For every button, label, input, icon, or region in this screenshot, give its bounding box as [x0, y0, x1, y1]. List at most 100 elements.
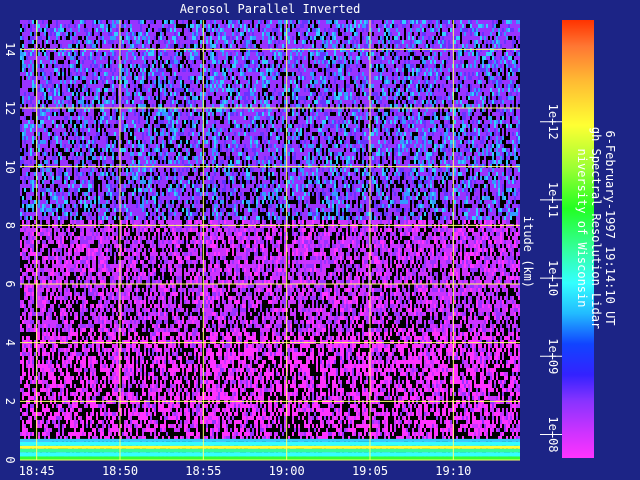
heatmap-cell [408, 20, 410, 24]
heatmap-cell [514, 64, 516, 68]
heatmap-cell [334, 28, 336, 32]
heatmap-cell [492, 48, 494, 52]
heatmap-cell [170, 64, 172, 68]
heatmap-cell [498, 40, 500, 44]
heatmap-cell [178, 44, 180, 48]
heatmap-cell [172, 96, 174, 100]
heatmap-cell [314, 56, 316, 60]
heatmap-cell [266, 64, 268, 68]
heatmap-cell [350, 64, 352, 68]
heatmap-cell [326, 68, 328, 72]
heatmap-cell [170, 48, 172, 52]
heatmap-cell [394, 80, 396, 84]
heatmap-cell [210, 76, 212, 80]
heatmap-cell [450, 112, 452, 116]
heatmap-cell [364, 20, 366, 24]
heatmap-cell [170, 96, 172, 100]
heatmap-cell [46, 60, 48, 64]
heatmap-cell [428, 80, 430, 84]
heatmap-cell [412, 112, 414, 116]
heatmap-cell [214, 80, 216, 84]
heatmap-cell [430, 112, 432, 116]
heatmap-cell [188, 40, 190, 44]
heatmap-cell [332, 36, 334, 40]
heatmap-cell [472, 92, 474, 96]
heatmap-cell [186, 96, 188, 100]
heatmap-cell [134, 76, 136, 80]
heatmap-cell [376, 56, 378, 60]
heatmap-cell [98, 84, 100, 88]
heatmap-cell [224, 52, 226, 56]
heatmap-cell [212, 60, 214, 64]
heatmap-cell [354, 24, 356, 28]
heatmap-cell [454, 64, 456, 68]
heatmap-cell [40, 116, 42, 120]
heatmap-cell [76, 48, 78, 52]
heatmap-cell [148, 60, 150, 64]
heatmap-cell [88, 32, 90, 36]
heatmap-cell [52, 28, 54, 32]
heatmap-cell [240, 100, 242, 104]
heatmap-cell [314, 76, 316, 80]
heatmap-cell [230, 100, 232, 104]
heatmap-cell [104, 28, 106, 32]
heatmap-cell [302, 40, 304, 44]
heatmap-cell [48, 72, 50, 76]
heatmap-cell [432, 104, 434, 108]
heatmap-cell [246, 112, 248, 116]
heatmap-cell [102, 108, 104, 112]
heatmap-cell [436, 52, 438, 56]
heatmap-cell [394, 84, 396, 88]
heatmap-cell [240, 88, 242, 92]
heatmap-cell [320, 104, 322, 108]
heatmap-cell [72, 72, 74, 76]
heatmap-cell [478, 52, 480, 56]
heatmap-cell [454, 88, 456, 92]
heatmap-cell [380, 32, 382, 36]
heatmap-cell [440, 52, 442, 56]
heatmap-cell [266, 32, 268, 36]
heatmap-cell [82, 68, 84, 72]
heatmap-cell [384, 96, 386, 100]
heatmap-cell [24, 72, 26, 76]
heatmap-cell [124, 72, 126, 76]
heatmap-cell [494, 56, 496, 60]
heatmap-cell [238, 40, 240, 44]
heatmap-cell [46, 20, 48, 24]
heatmap-cell [418, 112, 420, 116]
heatmap-cell [218, 96, 220, 100]
heatmap-cell [40, 68, 42, 72]
heatmap-cell [140, 104, 142, 108]
heatmap-cell [492, 28, 494, 32]
heatmap-cell [210, 60, 212, 64]
heatmap-cell [38, 92, 40, 96]
heatmap-cell [374, 60, 376, 64]
heatmap-cell [190, 40, 192, 44]
heatmap-cell [82, 20, 84, 24]
heatmap-cell [74, 52, 76, 56]
heatmap-cell [422, 88, 424, 92]
heatmap-cell [410, 60, 412, 64]
heatmap-cell [436, 76, 438, 80]
heatmap-cell [484, 20, 486, 24]
heatmap-cell [182, 96, 184, 100]
heatmap-cell [290, 56, 292, 60]
heatmap-cell [150, 104, 152, 108]
heatmap-cell [474, 24, 476, 28]
heatmap-cell [238, 64, 240, 68]
heatmap-cell [516, 104, 518, 108]
heatmap-cell [56, 72, 58, 76]
heatmap-cell [270, 64, 272, 68]
heatmap-cell [494, 40, 496, 44]
heatmap-cell [166, 32, 168, 36]
heatmap-cell [326, 48, 328, 52]
heatmap-cell [500, 32, 502, 36]
heatmap-cell [244, 72, 246, 76]
heatmap-cell [342, 104, 344, 108]
heatmap-cell [324, 100, 326, 104]
heatmap-cell [52, 80, 54, 84]
heatmap-cell [226, 52, 228, 56]
heatmap-cell [56, 84, 58, 88]
heatmap-cell [82, 44, 84, 48]
heatmap-cell [512, 60, 514, 64]
